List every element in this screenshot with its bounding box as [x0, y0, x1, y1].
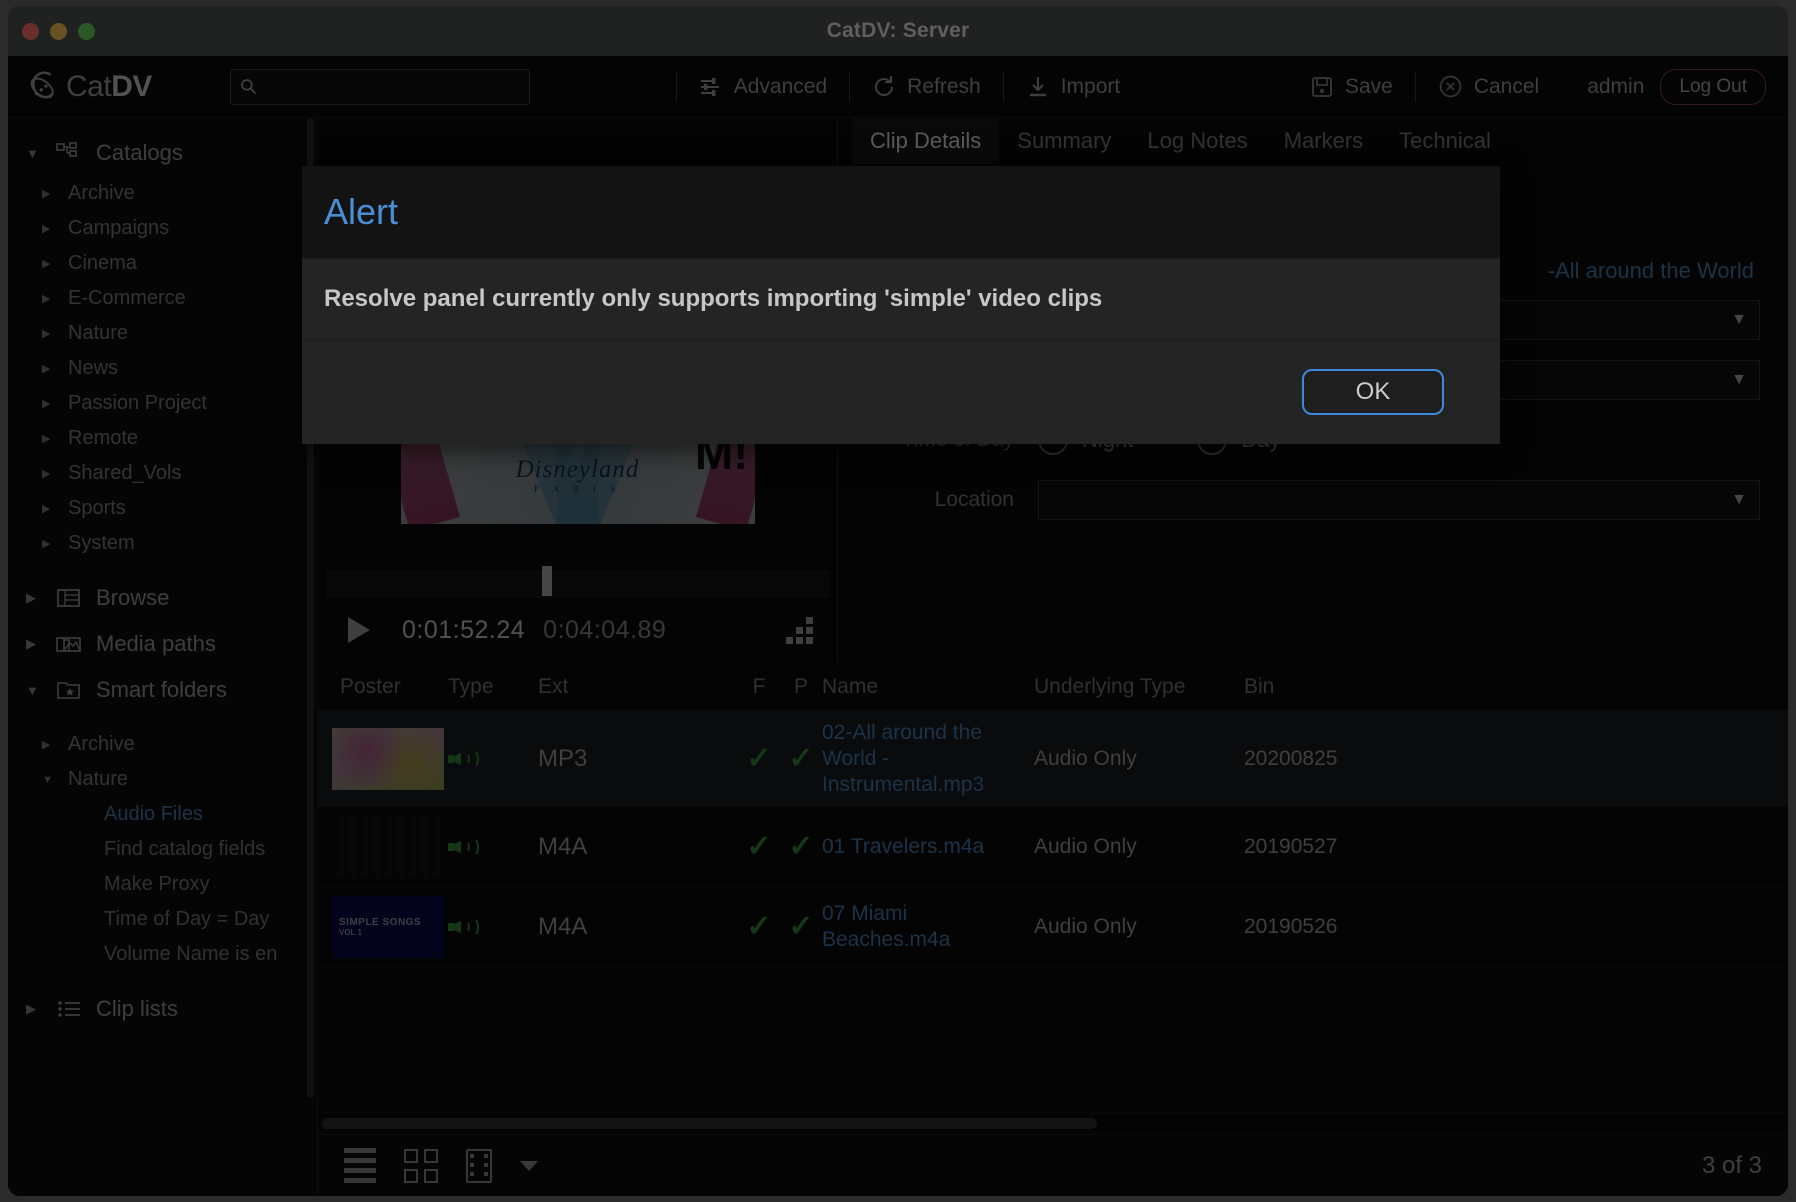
alert-body: Resolve panel currently only supports im…: [302, 258, 1500, 340]
alert-header: Alert: [302, 166, 1500, 258]
alert-title: Alert: [324, 191, 399, 232]
ok-button[interactable]: OK: [1302, 369, 1444, 415]
alert-footer: OK: [302, 340, 1500, 444]
alert-message: Resolve panel currently only supports im…: [324, 285, 1103, 312]
app-window: CatDV: Server CatDV: [8, 6, 1788, 1196]
alert-dialog: Alert Resolve panel currently only suppo…: [302, 166, 1500, 444]
